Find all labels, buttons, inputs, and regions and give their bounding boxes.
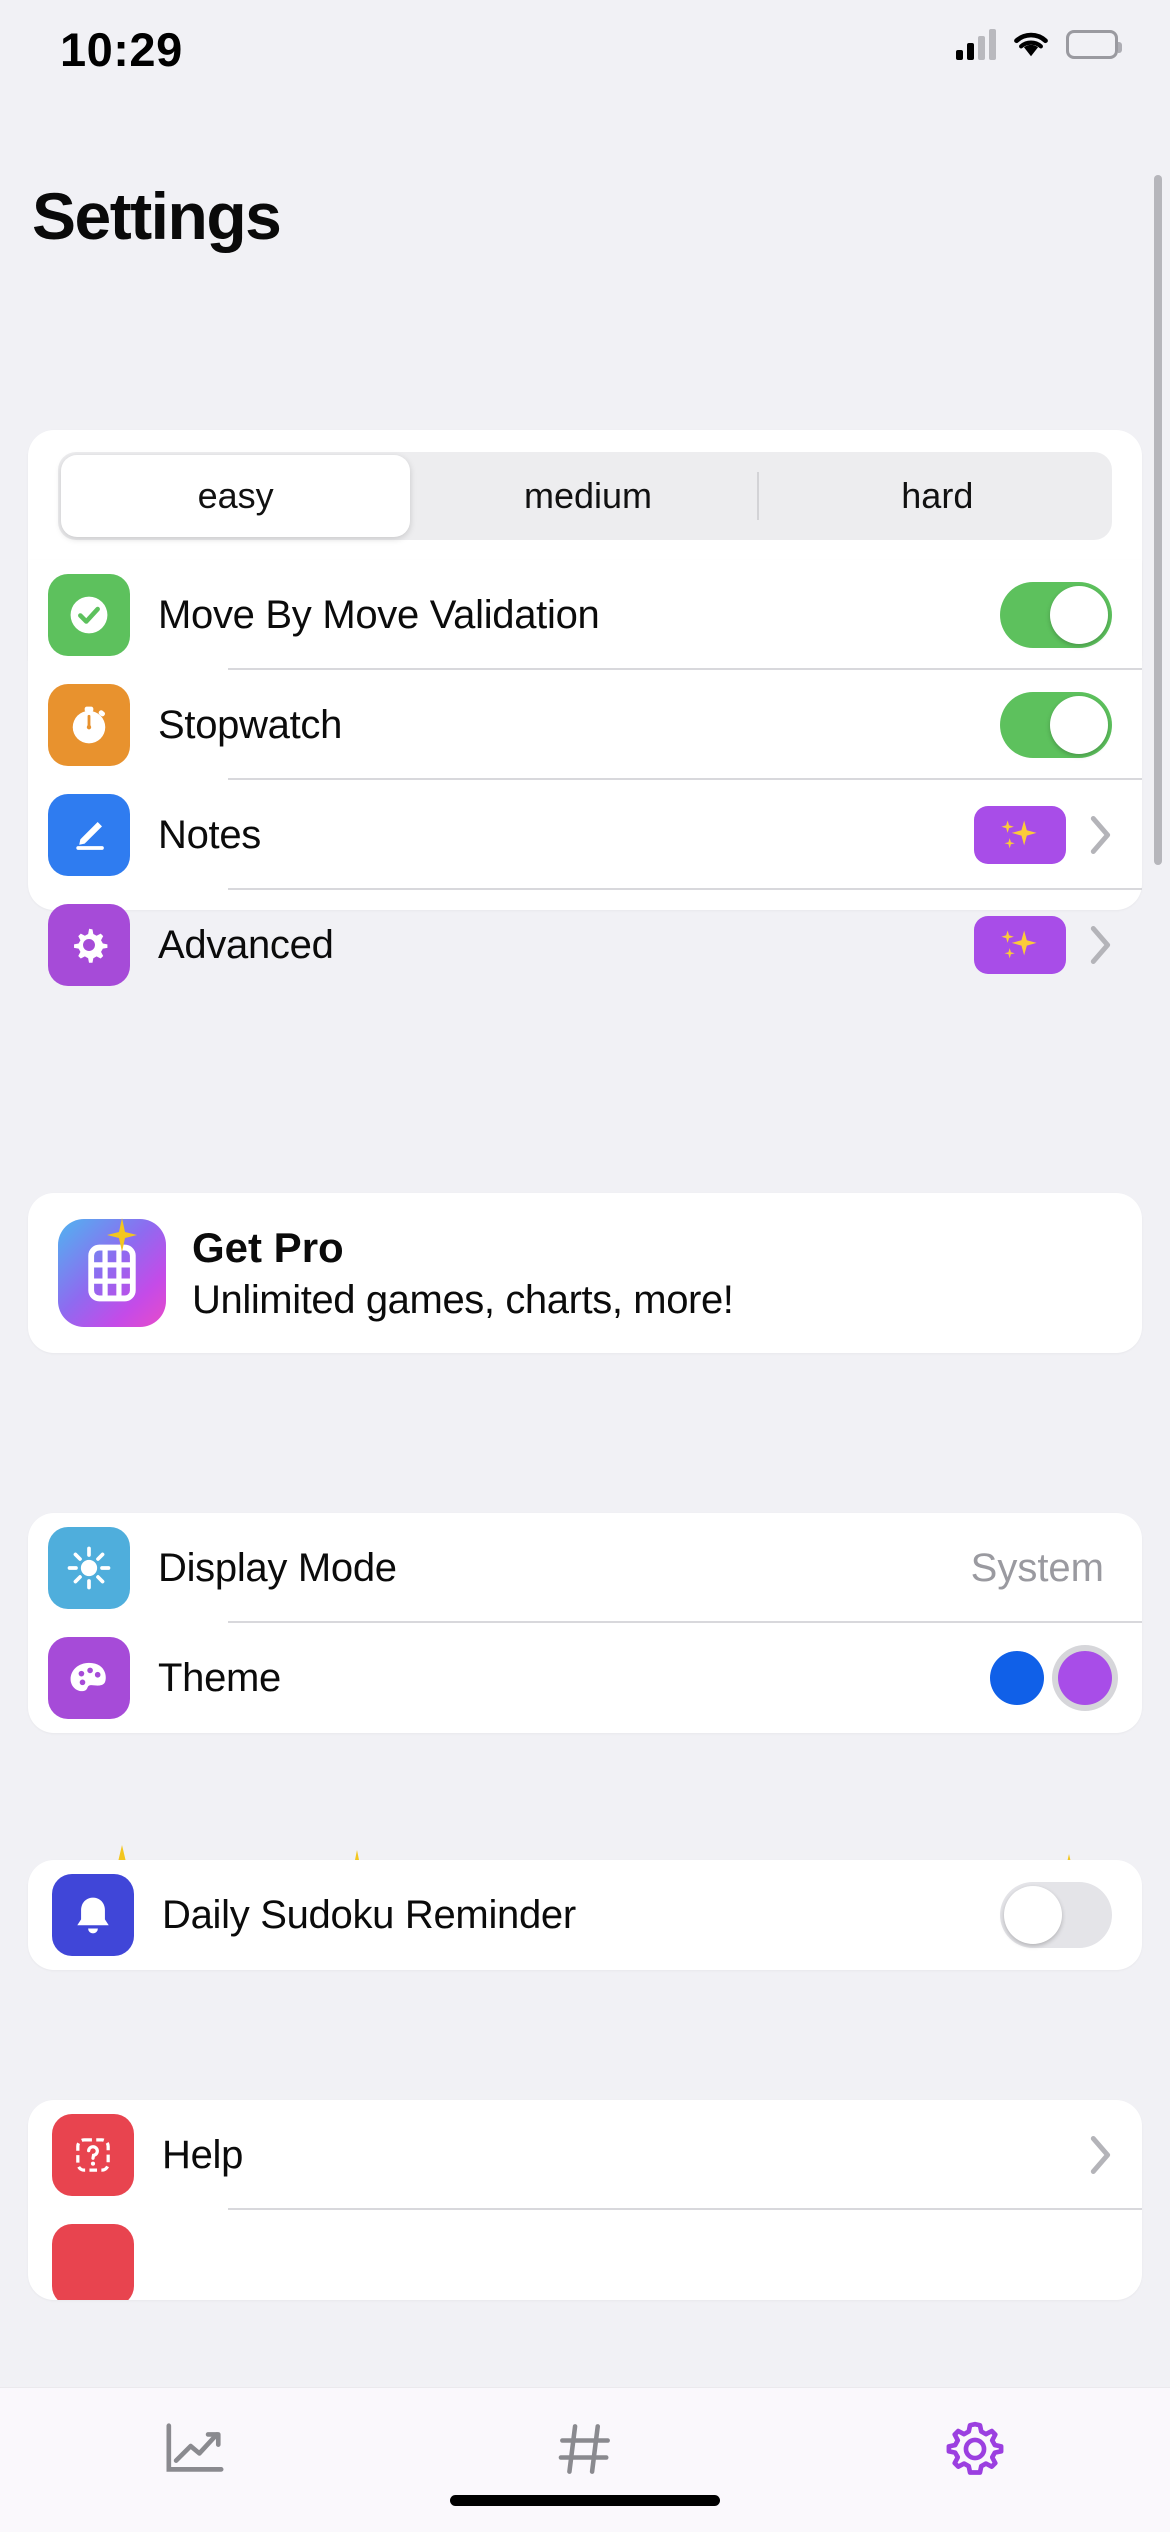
row-label: Theme	[158, 1655, 281, 1700]
notifications-card: Daily Sudoku Reminder	[28, 1860, 1142, 1970]
tab-statistics[interactable]	[0, 2406, 390, 2492]
row-stopwatch[interactable]: Stopwatch	[28, 670, 1142, 780]
row-label: Stopwatch	[158, 702, 343, 747]
get-pro-subtitle: Unlimited games, charts, more!	[192, 1277, 734, 1322]
support-card: Help	[28, 2100, 1142, 2300]
palette-icon	[48, 1637, 130, 1719]
get-pro-title: Get Pro	[192, 1223, 344, 1271]
theme-color-blue[interactable]	[990, 1651, 1044, 1705]
row-notes[interactable]: Notes	[28, 780, 1142, 890]
chart-line-icon	[166, 2423, 224, 2472]
help-icon	[52, 2114, 134, 2196]
chevron-right-icon[interactable]	[1090, 815, 1112, 855]
page-title: Settings	[32, 179, 282, 253]
row-theme[interactable]: Theme	[28, 1623, 1142, 1733]
check-circle-icon	[48, 574, 130, 656]
difficulty-segmented-control[interactable]: easy medium hard	[28, 430, 1142, 540]
stopwatch-icon	[48, 684, 130, 766]
theme-color-purple[interactable]	[1058, 1651, 1112, 1705]
row-advanced[interactable]: Advanced	[28, 890, 1142, 1000]
status-bar: 10:29	[0, 0, 1170, 120]
sun-icon	[48, 1527, 130, 1609]
battery-icon	[1066, 29, 1122, 59]
appearance-card: Display Mode System Theme	[28, 1513, 1142, 1733]
chevron-right-icon[interactable]	[1090, 925, 1112, 965]
tab-settings[interactable]	[780, 2406, 1170, 2492]
row-label: Advanced	[158, 922, 334, 967]
row-label: Move By Move Validation	[158, 592, 600, 637]
theme-color-options[interactable]	[990, 1651, 1112, 1705]
tab-bar	[0, 2387, 1170, 2532]
segment-easy[interactable]: easy	[61, 455, 411, 537]
segment-medium[interactable]: medium	[413, 452, 762, 540]
cellular-signal-icon	[956, 28, 996, 60]
stopwatch-toggle[interactable]	[1000, 692, 1112, 758]
scroll-indicator[interactable]	[1154, 175, 1162, 865]
advanced-pro-sparkle-badge[interactable]	[974, 916, 1066, 974]
status-bar-indicators	[956, 28, 1122, 60]
display-mode-value: System	[970, 1545, 1104, 1590]
tab-game[interactable]	[390, 2406, 780, 2492]
row-label: Daily Sudoku Reminder	[162, 1892, 576, 1937]
get-pro-card[interactable]: Get Pro Unlimited games, charts, more!	[28, 1193, 1142, 1353]
row-display-mode[interactable]: Display Mode System	[28, 1513, 1142, 1623]
notes-pro-sparkle-badge[interactable]	[974, 806, 1066, 864]
bell-icon	[52, 1874, 134, 1956]
row-partial-next[interactable]	[28, 2210, 1142, 2300]
row-label: Help	[162, 2132, 244, 2177]
chevron-right-icon[interactable]	[1090, 2135, 1112, 2175]
wifi-icon	[1012, 29, 1050, 59]
move-by-move-validation-toggle[interactable]	[1000, 582, 1112, 648]
segment-hard[interactable]: hard	[763, 452, 1112, 540]
sparkle-icon	[107, 1218, 137, 1252]
gear-icon	[48, 904, 130, 986]
game-settings-card: Move By Move Validation Stopwatch Notes	[28, 560, 1142, 986]
row-label: Notes	[158, 812, 261, 857]
gear-icon	[946, 2421, 1004, 2475]
row-label: Display Mode	[158, 1545, 397, 1590]
row-move-by-move-validation[interactable]: Move By Move Validation	[28, 560, 1142, 670]
grid-icon	[558, 2424, 610, 2474]
partial-icon	[52, 2224, 134, 2300]
home-indicator	[450, 2495, 720, 2506]
row-daily-sudoku-reminder[interactable]: Daily Sudoku Reminder	[28, 1860, 1142, 1970]
pencil-icon	[48, 794, 130, 876]
row-help[interactable]: Help	[28, 2100, 1142, 2210]
status-bar-time: 10:29	[60, 23, 183, 76]
daily-sudoku-reminder-toggle[interactable]	[1000, 1882, 1112, 1948]
